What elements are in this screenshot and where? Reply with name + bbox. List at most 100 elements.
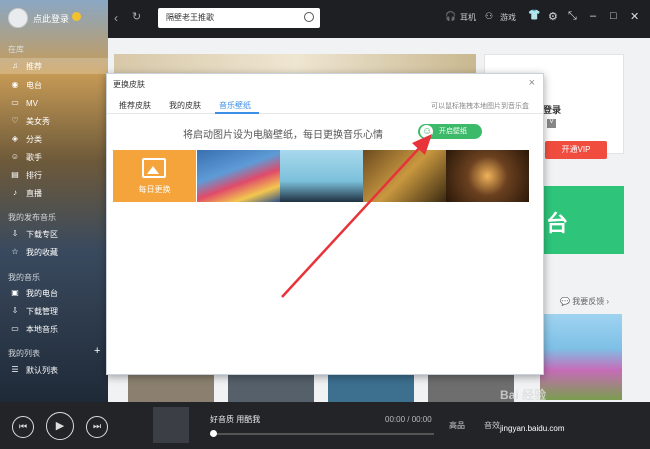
add-list-icon[interactable]: + bbox=[94, 345, 100, 357]
section-mine-label: 我的发布音乐 bbox=[8, 213, 56, 222]
sidebar-item-local-music[interactable]: ▭ 本地音乐 bbox=[0, 321, 108, 337]
music-note-icon: ♫ bbox=[12, 61, 18, 70]
quality-selector[interactable]: 高品 bbox=[449, 420, 465, 431]
sidebar-item-label: 直播 bbox=[26, 188, 42, 198]
sidebar-item-label: MV bbox=[26, 98, 38, 108]
settings-icon[interactable]: ⚙ bbox=[548, 10, 558, 23]
search-input[interactable]: 隔壁老王推歌 bbox=[158, 8, 320, 28]
maximize-icon[interactable]: □ bbox=[610, 10, 617, 22]
open-vip-button[interactable]: 开通VIP bbox=[545, 141, 607, 159]
dialog-title: 更换皮肤 bbox=[113, 80, 145, 89]
flower-image[interactable] bbox=[540, 314, 622, 400]
toggle-knob-icon bbox=[420, 124, 433, 139]
sidebar-item-singer[interactable]: ☺ 歌手 bbox=[0, 149, 108, 165]
sidebar-item-show[interactable]: ♡ 美女秀 bbox=[0, 113, 108, 129]
sidebar-item-label: 排行 bbox=[26, 170, 42, 180]
download-icon: ⇩ bbox=[11, 229, 19, 238]
progress-handle[interactable] bbox=[210, 430, 217, 437]
sidebar-item-chart[interactable]: ▤ 排行 bbox=[0, 167, 108, 183]
section-lists-label: 我的列表 bbox=[8, 349, 40, 358]
vip-icon bbox=[72, 12, 81, 21]
login-card-title: 登录 bbox=[543, 105, 562, 115]
sidebar-item-label: 默认列表 bbox=[26, 365, 58, 375]
tab-music-wallpaper[interactable]: 音乐壁纸 bbox=[219, 100, 251, 111]
album-cover[interactable] bbox=[153, 407, 189, 443]
wallpaper-sunset[interactable] bbox=[363, 150, 446, 202]
mic-icon: ♪ bbox=[13, 188, 17, 197]
sidebar-item-label: 下载专区 bbox=[26, 229, 58, 239]
wallpaper-lanterns[interactable] bbox=[446, 150, 529, 202]
feedback-label: 我要反馈 bbox=[572, 297, 605, 306]
chat-icon: 💬 bbox=[560, 297, 570, 306]
search-value: 隔壁老王推歌 bbox=[166, 13, 214, 22]
chart-icon: ▤ bbox=[11, 170, 19, 179]
game-link[interactable]: 游戏 bbox=[500, 12, 516, 23]
list-icon: ☰ bbox=[11, 365, 19, 374]
close-icon[interactable]: ✕ bbox=[630, 10, 639, 23]
avatar[interactable] bbox=[8, 8, 28, 28]
sidebar-item-label: 本地音乐 bbox=[26, 324, 58, 334]
sidebar-item-radio[interactable]: ◉ 电台 bbox=[0, 77, 108, 93]
minimize-icon[interactable]: – bbox=[590, 10, 596, 22]
tv-icon: ▭ bbox=[11, 98, 19, 107]
sidebar-item-my-radio[interactable]: ▣ 我的电台 bbox=[0, 285, 108, 301]
computer-icon: ▭ bbox=[11, 324, 19, 333]
sidebar-item-category[interactable]: ◈ 分类 bbox=[0, 131, 108, 147]
vip-badge: V bbox=[547, 119, 556, 128]
gamepad-icon[interactable]: ⚇ bbox=[485, 11, 493, 22]
sidebar: 点此登录 在库 ♫ 推荐 ◉ 电台 ▭ MV ♡ 美女秀 ◈ 分类 ☺ 歌手 ▤ 排行 ♪ 直播… bbox=[0, 0, 108, 402]
sidebar-item-download-manager[interactable]: ⇩ 下载管理 bbox=[0, 303, 108, 319]
section-mymusic-label: 我的音乐 bbox=[8, 273, 40, 282]
tag-icon: ◈ bbox=[11, 134, 19, 143]
sidebar-item-favorites[interactable]: ☆ 我的收藏 bbox=[0, 244, 108, 260]
sidebar-item-label: 电台 bbox=[26, 80, 42, 90]
heart-icon: ♡ bbox=[11, 116, 19, 125]
tab-my-skin[interactable]: 我的皮肤 bbox=[169, 100, 201, 111]
previous-icon[interactable]: ⏮ bbox=[12, 416, 34, 438]
login-link[interactable]: 点此登录 bbox=[33, 12, 69, 25]
radio-card-text: 台 bbox=[546, 211, 569, 236]
dialog-tabs: 推荐皮肤 我的皮肤 音乐壁纸 可以鼠标拖拽本地图片到音乐盒 bbox=[107, 94, 543, 114]
drag-hint: 可以鼠标拖拽本地图片到音乐盒 bbox=[431, 103, 529, 110]
feedback-link[interactable]: 💬 我要反馈 › bbox=[560, 296, 609, 307]
sidebar-item-label: 分类 bbox=[26, 134, 42, 144]
sidebar-item-recommend[interactable]: ♫ 推荐 bbox=[0, 58, 108, 74]
sidebar-item-mv[interactable]: ▭ MV bbox=[0, 95, 108, 111]
album-thumb[interactable] bbox=[328, 374, 414, 402]
wallpaper-description: 将启动图片设为电脑壁纸，每日更换音乐心情 bbox=[183, 130, 383, 141]
search-icon[interactable] bbox=[304, 12, 314, 22]
wallpaper-swings[interactable] bbox=[280, 150, 363, 202]
tab-recommend-skin[interactable]: 推荐皮肤 bbox=[119, 100, 151, 111]
download-icon: ⇩ bbox=[11, 306, 19, 315]
sidebar-item-live[interactable]: ♪ 直播 bbox=[0, 185, 108, 201]
sidebar-item-label: 下载管理 bbox=[26, 306, 58, 316]
wallpaper-balloons[interactable] bbox=[197, 150, 280, 202]
mini-mode-icon[interactable]: ⤡ bbox=[568, 10, 577, 23]
playback-time: 00:00 / 00:00 bbox=[385, 415, 432, 424]
back-icon[interactable]: ‹ bbox=[114, 11, 118, 25]
dialog-close-icon[interactable]: × bbox=[529, 77, 535, 89]
daily-change-tile[interactable]: 每日更换 bbox=[113, 150, 196, 202]
sidebar-item-label: 我的收藏 bbox=[26, 247, 58, 257]
next-icon[interactable]: ⏭ bbox=[86, 416, 108, 438]
album-thumb[interactable] bbox=[128, 374, 214, 402]
sidebar-item-label: 歌手 bbox=[26, 152, 42, 162]
radio-icon: ▣ bbox=[11, 288, 19, 297]
play-icon[interactable]: ▶ bbox=[46, 412, 74, 440]
sidebar-item-download-zone[interactable]: ⇩ 下载专区 bbox=[0, 226, 108, 242]
sidebar-item-label: 美女秀 bbox=[26, 116, 50, 126]
album-thumb[interactable] bbox=[228, 374, 314, 402]
headphone-link[interactable]: 耳机 bbox=[460, 12, 476, 23]
sidebar-item-default-list[interactable]: ☰ 默认列表 bbox=[0, 362, 108, 378]
skin-icon[interactable]: 👕 bbox=[528, 10, 540, 21]
refresh-icon[interactable]: ↻ bbox=[132, 10, 141, 23]
wallpaper-toggle[interactable]: 开启壁纸 bbox=[418, 124, 482, 139]
active-tab-indicator bbox=[215, 112, 259, 114]
toggle-label: 开启壁纸 bbox=[439, 128, 467, 135]
sound-effect-button[interactable]: 音效 bbox=[484, 420, 500, 431]
sidebar-item-label: 我的电台 bbox=[26, 288, 58, 298]
progress-bar[interactable] bbox=[210, 430, 434, 437]
radio-icon: ◉ bbox=[11, 80, 19, 89]
headphone-icon[interactable]: 🎧 bbox=[445, 11, 456, 22]
sidebar-item-label: 推荐 bbox=[26, 61, 42, 71]
